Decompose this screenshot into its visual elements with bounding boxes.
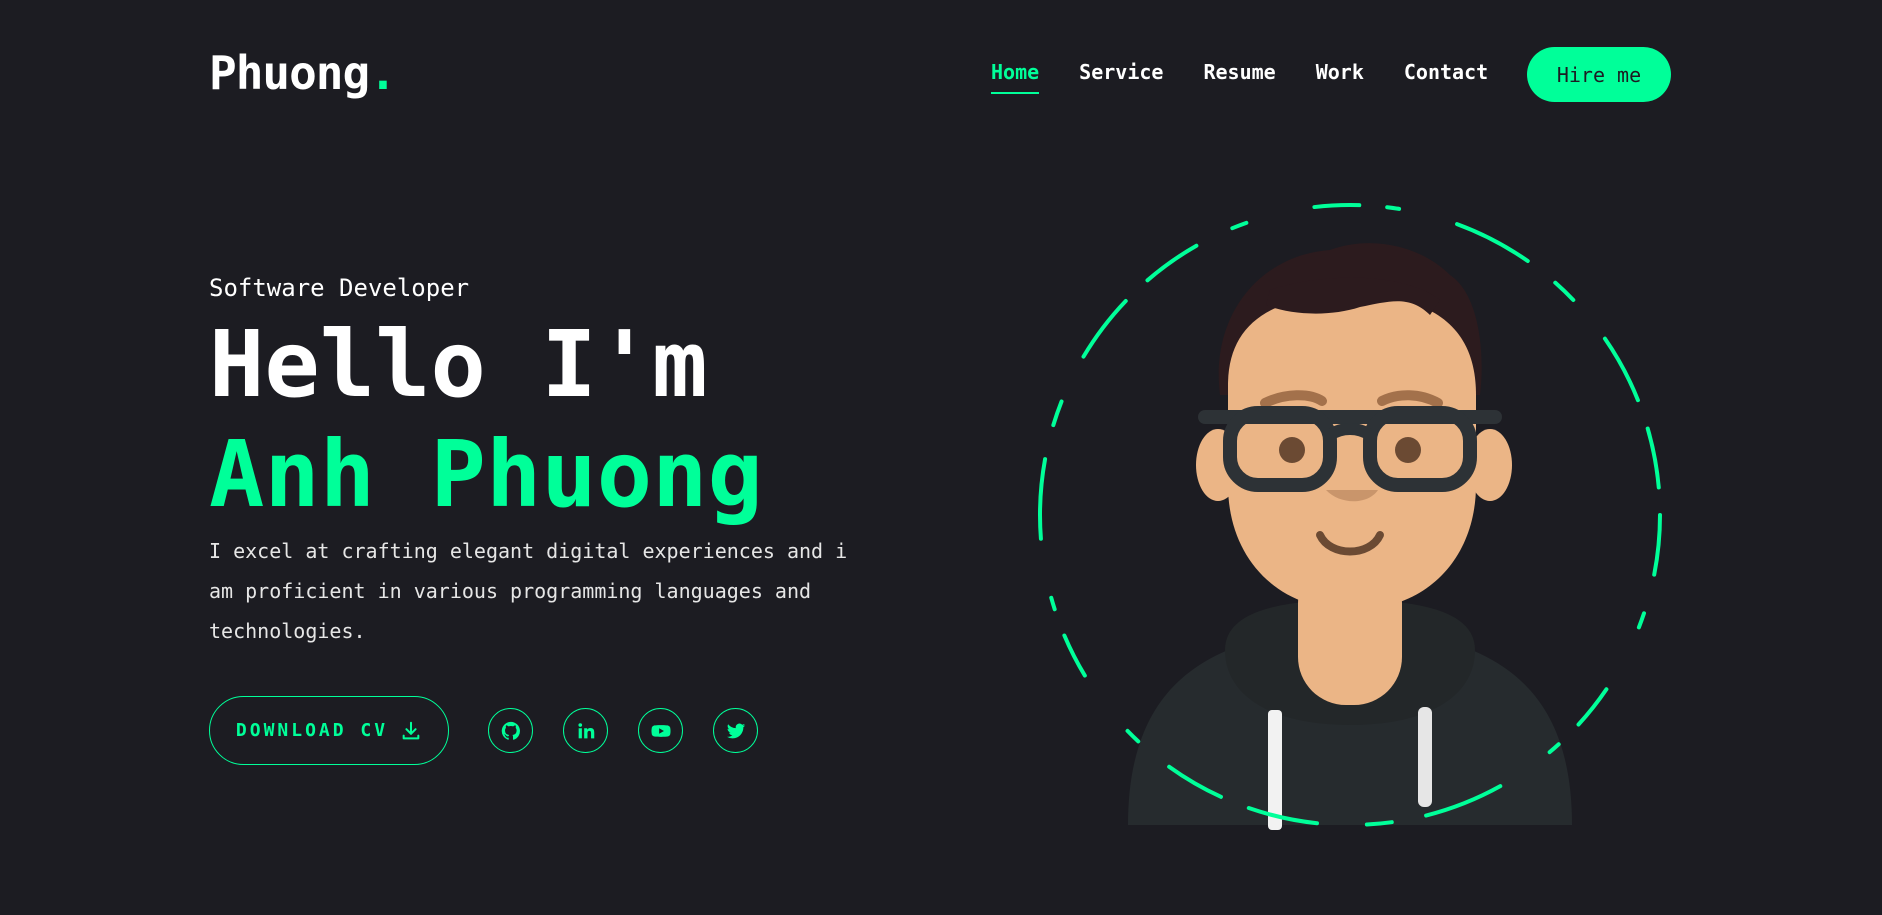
nav-item-work[interactable]: Work <box>1316 60 1364 84</box>
github-link[interactable] <box>488 708 533 753</box>
eye-left <box>1279 437 1305 463</box>
greeting-heading: Hello I'm <box>209 311 708 418</box>
linkedin-icon <box>577 722 594 738</box>
social-links <box>488 708 758 753</box>
twitter-icon <box>726 723 745 738</box>
logo[interactable]: Phuong. <box>209 46 397 100</box>
download-cv-button[interactable]: DOWNLOAD CV <box>209 696 449 765</box>
hero-description: I excel at crafting elegant digital expe… <box>209 539 848 643</box>
youtube-icon <box>650 724 671 737</box>
linkedin-link[interactable] <box>563 708 608 753</box>
eye-right <box>1395 437 1421 463</box>
youtube-link[interactable] <box>638 708 683 753</box>
nav-item-service[interactable]: Service <box>1079 60 1163 84</box>
name-heading: Anh Phuong <box>209 421 763 528</box>
download-icon <box>402 721 420 739</box>
twitter-link[interactable] <box>713 708 758 753</box>
logo-text: Phuong <box>209 46 370 100</box>
face <box>1228 295 1476 610</box>
role-subtitle: Software Developer <box>209 274 470 302</box>
avatar-illustration <box>1038 203 1662 830</box>
main-nav: Home Service Resume Work Contact <box>991 60 1528 94</box>
nav-item-resume[interactable]: Resume <box>1203 60 1275 84</box>
hoodie-string-right <box>1418 707 1432 807</box>
nav-item-home[interactable]: Home <box>991 60 1040 94</box>
hoodie-string-left <box>1268 710 1282 830</box>
download-cv-label: DOWNLOAD CV <box>235 720 389 741</box>
nav-item-contact[interactable]: Contact <box>1404 60 1488 84</box>
logo-dot: . <box>369 46 397 100</box>
github-icon <box>501 721 520 740</box>
hire-me-button[interactable]: Hire me <box>1527 47 1671 102</box>
